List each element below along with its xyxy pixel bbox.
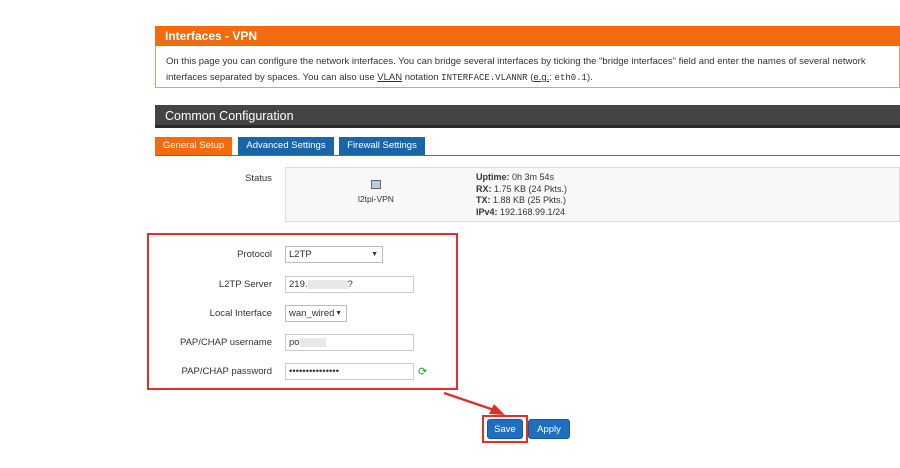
server-row: L2TP Server 219.? — [0, 276, 900, 296]
chevron-down-icon: ▼ — [335, 310, 342, 317]
local-interface-row: Local Interface wan_wired ▼ — [0, 305, 900, 325]
ipv4-value: 192.168.99.1/24 — [497, 206, 566, 217]
password-value: ••••••••••••••• — [289, 366, 339, 377]
description-text-5: ). — [586, 72, 593, 83]
uptime-value: 0h 3m 54s — [509, 172, 555, 182]
status-label: Status — [245, 173, 272, 184]
tab-advanced-settings[interactable]: Advanced Settings — [238, 137, 334, 155]
rx-label: RX: — [476, 183, 492, 194]
page-title: Interfaces - VPN — [155, 26, 900, 46]
rx-value: 1.75 KB (24 Pkts.) — [491, 183, 568, 194]
password-input[interactable]: ••••••••••••••• — [285, 363, 414, 380]
vlan-abbr: VLAN — [377, 72, 403, 83]
tab-general-setup[interactable]: General Setup — [155, 137, 232, 155]
protocol-row: Protocol L2TP ▼ — [0, 246, 900, 266]
redacted-block — [307, 279, 348, 289]
redacted-block — [299, 337, 326, 347]
network-interface-icon — [371, 180, 381, 189]
local-interface-label: Local Interface — [209, 308, 272, 319]
notation-code: INTERFACE.VLANNR — [441, 73, 528, 83]
tab-bar: General Setup Advanced Settings Firewall… — [155, 137, 900, 156]
status-box: l2tpi-VPN Uptime: 0h 3m 54s RX: 1.75 KB … — [285, 167, 900, 222]
tab-firewall-settings[interactable]: Firewall Settings — [339, 137, 425, 155]
section-header: Common Configuration — [155, 105, 900, 128]
tx-value: 1.88 KB (25 Pkts.) — [490, 195, 567, 205]
protocol-select[interactable]: L2TP ▼ — [285, 246, 383, 263]
password-row: PAP/CHAP password ••••••••••••••• ⟳ — [0, 363, 900, 383]
apply-button[interactable]: Apply — [528, 419, 570, 439]
username-row: PAP/CHAP username po — [0, 334, 900, 354]
l2tp-server-input[interactable]: 219.? — [285, 276, 414, 293]
status-interface: l2tpi-VPN — [346, 180, 406, 204]
local-interface-select[interactable]: wan_wired ▼ — [285, 305, 347, 322]
example-code: eth0.1 — [554, 73, 587, 83]
chevron-down-icon: ▼ — [371, 251, 378, 258]
protocol-selected-value: L2TP — [289, 249, 312, 260]
server-value-prefix: 219. — [289, 279, 308, 290]
interfaces-page: Interfaces - VPN On this page you can co… — [155, 26, 900, 156]
password-label: PAP/CHAP password — [181, 366, 272, 377]
uptime-label: Uptime: — [476, 172, 510, 182]
username-input[interactable]: po — [285, 334, 414, 351]
local-interface-selected-value: wan_wired — [289, 308, 335, 319]
server-label: L2TP Server — [218, 279, 272, 290]
interface-name: l2tpi-VPN — [358, 194, 394, 204]
server-value-suffix: ? — [347, 279, 353, 290]
reveal-password-icon[interactable]: ⟳ — [418, 367, 428, 378]
ipv4-label: IPv4: — [476, 206, 498, 217]
protocol-label: Protocol — [237, 249, 272, 260]
status-info: Uptime: 0h 3m 54s RX: 1.75 KB (24 Pkts.)… — [476, 172, 567, 218]
page-description: On this page you can configure the netwo… — [155, 46, 900, 88]
tx-label: TX: — [476, 195, 491, 205]
eg-abbr: e.g. — [533, 72, 550, 83]
username-label: PAP/CHAP username — [179, 337, 272, 348]
username-value-prefix: po — [289, 337, 300, 348]
description-text-2: notation — [402, 72, 442, 83]
save-button[interactable]: Save — [487, 419, 523, 439]
